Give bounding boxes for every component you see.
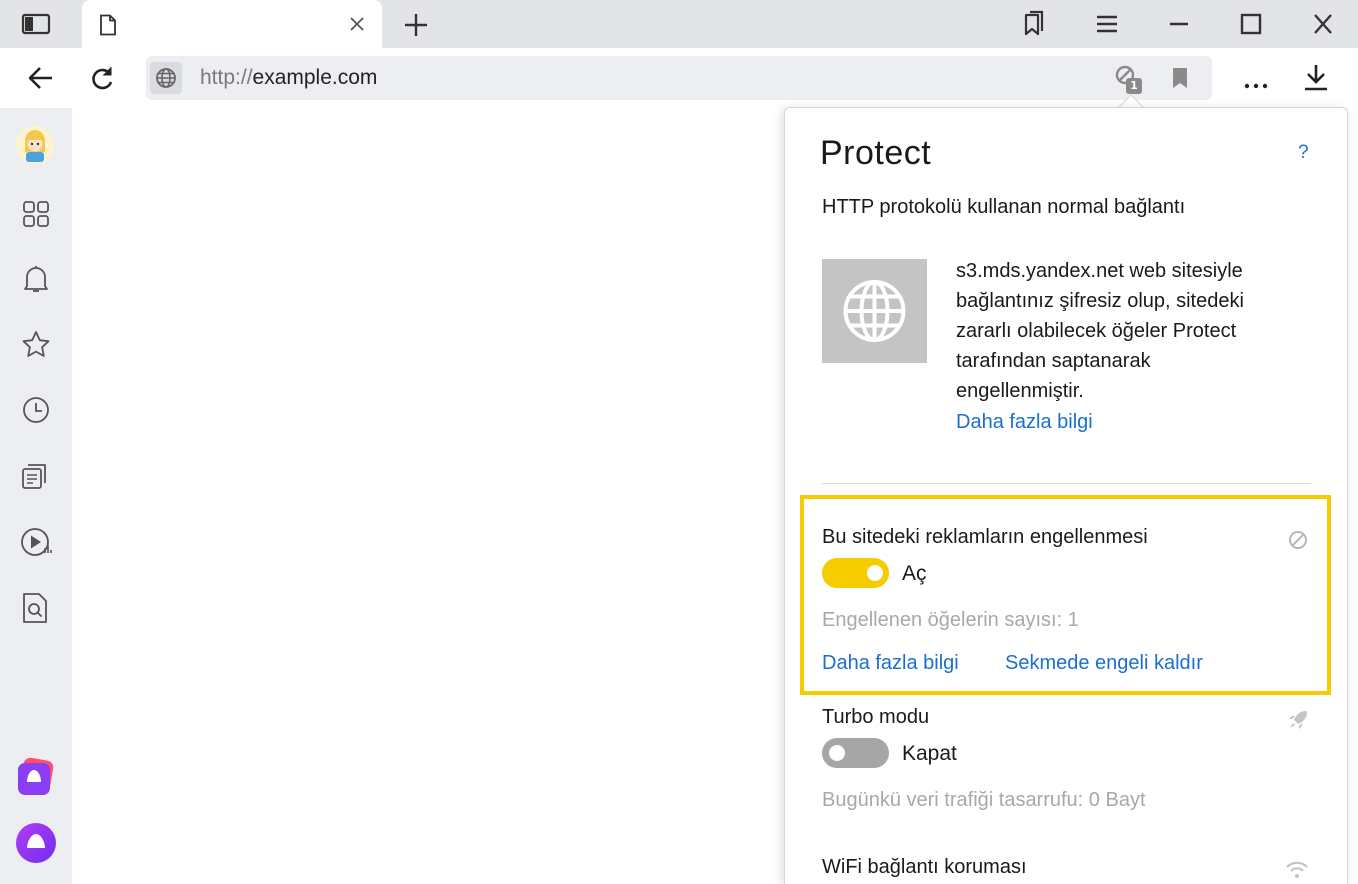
document-search-icon[interactable]: [21, 592, 51, 624]
url-text[interactable]: http://example.com: [200, 66, 377, 90]
rocket-icon: [1287, 709, 1309, 731]
profile-avatar[interactable]: [16, 126, 54, 164]
site-globe-image: [822, 259, 927, 363]
maximize-icon[interactable]: [1238, 12, 1264, 36]
connection-title: HTTP protokolü kullanan normal bağlantı: [822, 196, 1186, 218]
block-icon: [1288, 530, 1308, 550]
history-clock-icon[interactable]: [21, 395, 51, 425]
news-feed-icon[interactable]: [20, 461, 50, 491]
description-line: engellenmiştir.: [956, 380, 1084, 402]
description-line: zararlı olabilecek öğeler Protect: [956, 320, 1237, 342]
connection-more-info-link[interactable]: Daha fazla bilgi: [956, 411, 1093, 434]
page-icon: [98, 14, 118, 36]
globe-icon: [156, 68, 176, 88]
url-host: example.com: [252, 66, 378, 89]
address-bar[interactable]: http://example.com 1: [146, 56, 1212, 100]
sidebar-toggle-icon[interactable]: [20, 12, 52, 36]
blocked-count-badge: 1: [1126, 78, 1142, 94]
ad-block-toggle-label: Aç: [902, 562, 927, 585]
back-icon[interactable]: [26, 64, 56, 92]
address-bar-tip: [1196, 56, 1212, 100]
turbo-savings: Bugünkü veri trafiği tasarrufu: 0 Bayt: [822, 789, 1146, 811]
services-grid-icon[interactable]: [22, 200, 50, 228]
menu-icon[interactable]: [1094, 12, 1120, 36]
protect-blocked-button[interactable]: 1: [1112, 62, 1144, 96]
turbo-toggle-label: Kapat: [902, 742, 957, 765]
bookmark-icon[interactable]: [1170, 67, 1190, 89]
close-tab-icon[interactable]: [348, 15, 366, 33]
tab-bar: [0, 0, 1358, 48]
description-line: tarafından saptanarak: [956, 350, 1151, 372]
wifi-icon: [1285, 860, 1309, 880]
avatar-icon: [25, 130, 45, 162]
ad-block-title: Bu sitedeki reklamların engellenmesi: [822, 526, 1148, 548]
url-scheme: http://: [200, 66, 253, 89]
unblock-in-tab-link[interactable]: Sekmede engeli kaldır: [1005, 652, 1203, 675]
more-icon[interactable]: [1242, 68, 1270, 92]
globe-icon: [843, 280, 906, 342]
video-play-icon[interactable]: [20, 526, 54, 558]
turbo-toggle[interactable]: [822, 738, 889, 768]
protect-title: Protect: [820, 134, 932, 172]
close-window-icon[interactable]: [1310, 12, 1336, 36]
sidebar: [0, 108, 72, 884]
new-tab-icon[interactable]: [402, 11, 430, 39]
ad-block-more-info-link[interactable]: Daha fazla bilgi: [822, 652, 959, 675]
minimize-icon[interactable]: [1166, 12, 1192, 36]
toggle-knob: [829, 745, 845, 761]
messenger-app-icon[interactable]: [16, 756, 56, 796]
blocked-items-count: Engellenen öğelerin sayısı: 1: [822, 609, 1079, 631]
download-icon[interactable]: [1302, 62, 1330, 92]
help-link[interactable]: ?: [1298, 142, 1309, 164]
active-tab[interactable]: [82, 0, 382, 48]
divider: [822, 483, 1311, 484]
description-line: s3.mds.yandex.net web sitesiyle: [956, 260, 1243, 282]
alice-assistant-icon[interactable]: [15, 822, 57, 864]
reload-icon[interactable]: [88, 64, 116, 92]
notifications-bell-icon[interactable]: [22, 264, 50, 294]
turbo-title: Turbo modu: [822, 706, 930, 728]
connection-description: s3.mds.yandex.net web sitesiyle bağlantı…: [956, 256, 1244, 406]
toolbar: http://example.com 1: [0, 48, 1358, 108]
collections-icon[interactable]: [1020, 10, 1048, 38]
favorites-star-icon[interactable]: [21, 330, 51, 358]
site-info-button[interactable]: [150, 62, 182, 94]
toggle-knob: [867, 565, 883, 581]
description-line: bağlantınız şifresiz olup, sitedeki: [956, 290, 1244, 312]
wifi-protection-title: WiFi bağlantı koruması: [822, 856, 1027, 878]
ad-block-toggle[interactable]: [822, 558, 889, 588]
